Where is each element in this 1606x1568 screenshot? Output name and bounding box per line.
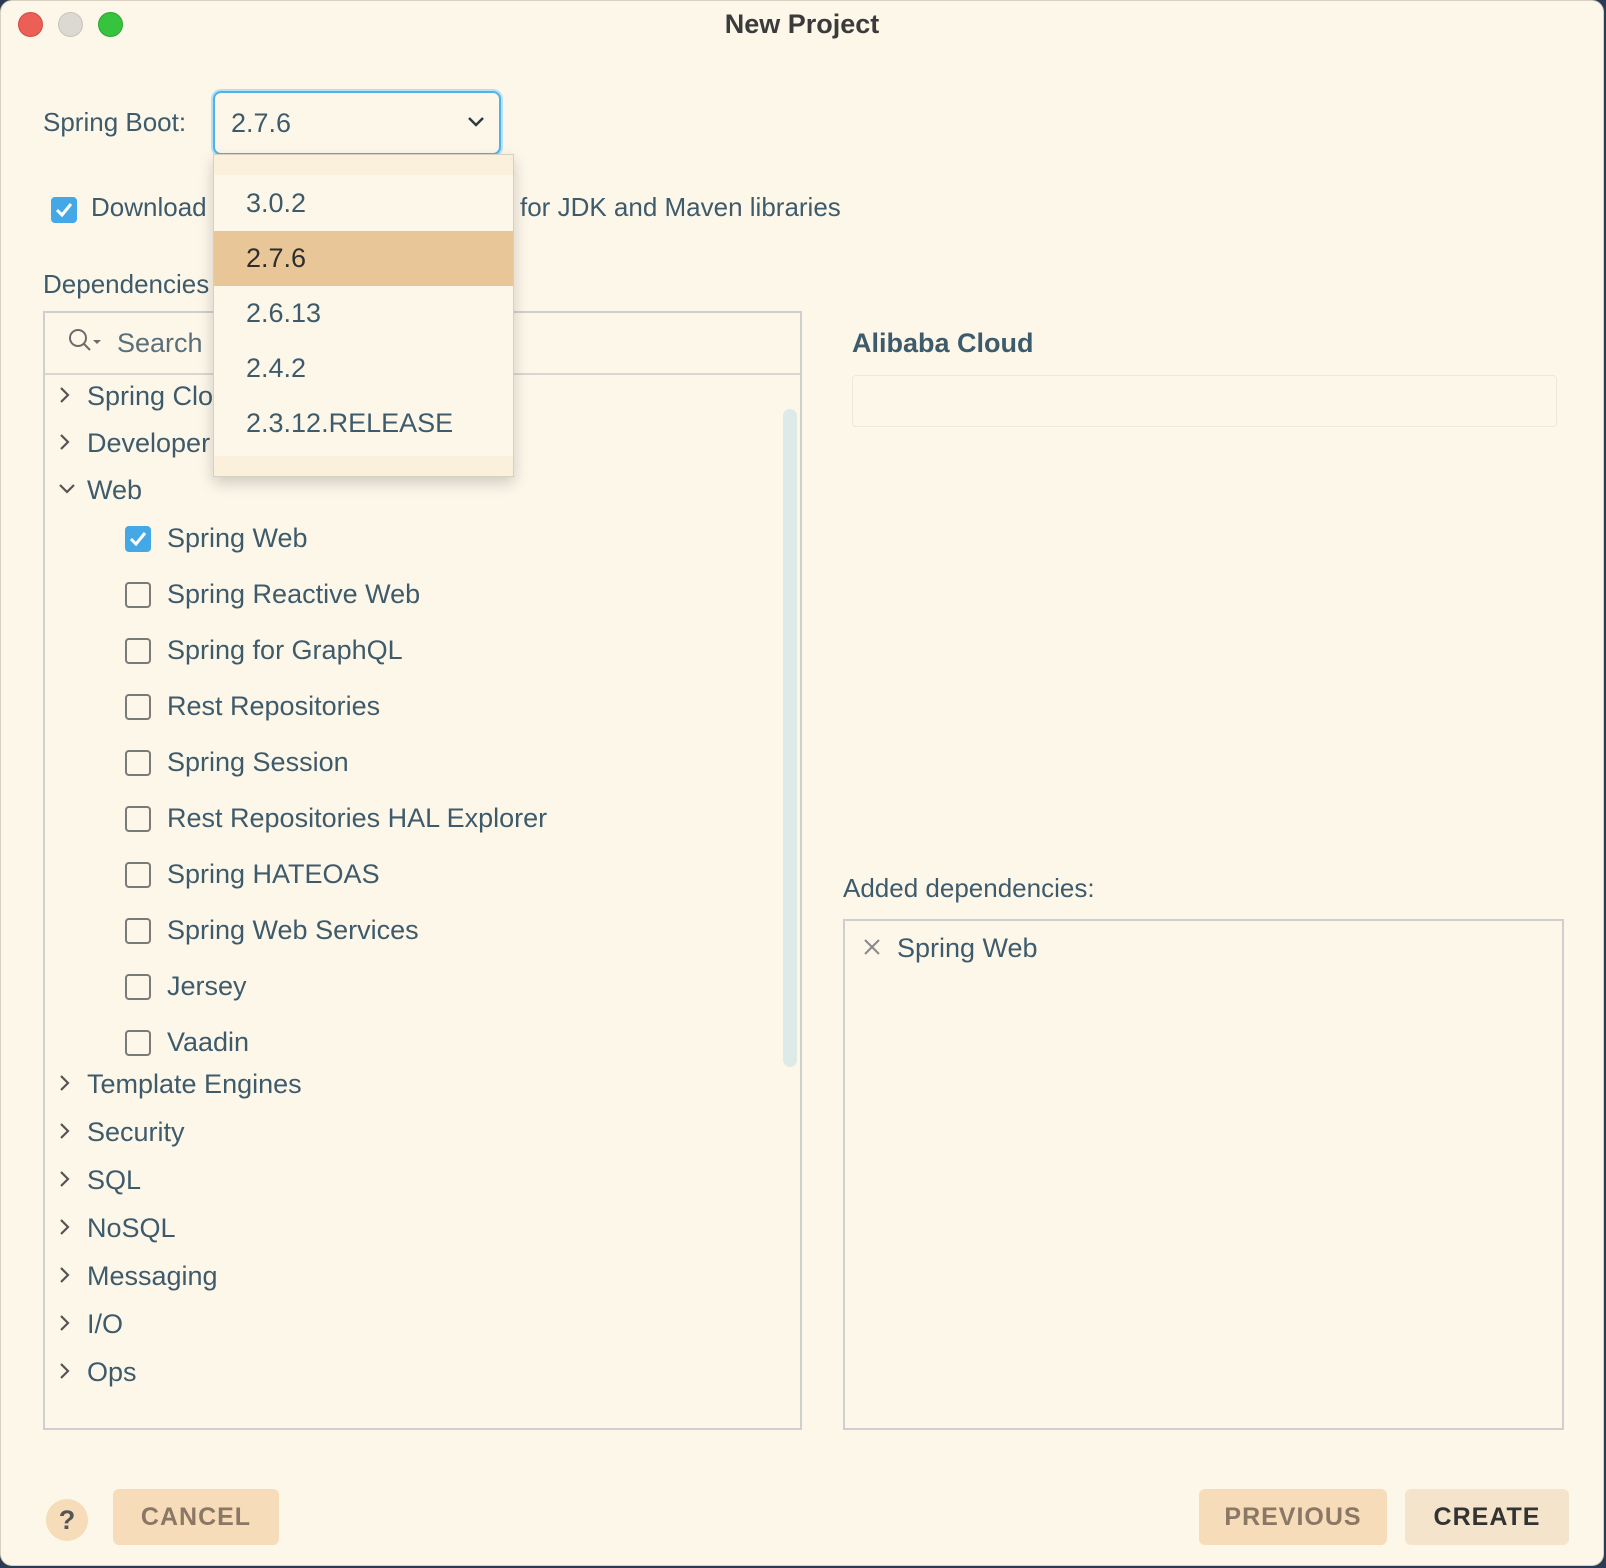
dependency-label: Spring Session: [167, 747, 349, 777]
new-project-window: New Project Spring Boot: 2.7.6 Download …: [0, 0, 1604, 1566]
title-bar: New Project: [1, 1, 1603, 47]
version-option-label: 2.4.2: [246, 353, 307, 383]
window-title: New Project: [724, 9, 880, 39]
chevron-right-icon: [57, 1217, 73, 1242]
help-button[interactable]: ?: [46, 1499, 88, 1541]
create-button[interactable]: CREATE: [1405, 1489, 1569, 1545]
chevron-right-icon: [57, 1073, 73, 1098]
added-dependencies-label: Added dependencies:: [843, 873, 1095, 903]
download-checkbox[interactable]: [51, 197, 77, 223]
dependencies-panel: Spring Clo Developer Web Spring Web Spri…: [43, 311, 802, 1430]
dependency-item[interactable]: Spring Session: [125, 744, 725, 784]
chevron-right-icon: [57, 385, 73, 410]
version-option[interactable]: 2.6.13: [214, 286, 513, 341]
dependency-item[interactable]: Vaadin: [125, 1024, 725, 1064]
dependency-checkbox[interactable]: [125, 862, 151, 888]
dependencies-label: Dependencies: [43, 269, 210, 299]
dependency-detail-description: [852, 375, 1557, 427]
cancel-button[interactable]: CANCEL: [113, 1489, 279, 1545]
popup-bottom-edge: [214, 456, 513, 476]
dependency-label: Spring for GraphQL: [167, 635, 403, 665]
category-nosql[interactable]: NoSQL: [45, 1209, 745, 1249]
version-dropdown-popup: 3.0.2 2.7.6 2.6.13 2.4.2 2.3.12.RELEASE: [213, 154, 514, 477]
dependency-item[interactable]: Spring HATEOAS: [125, 856, 725, 896]
category-template-engines[interactable]: Template Engines: [45, 1065, 745, 1105]
download-label: Download: [91, 192, 207, 222]
dependency-item[interactable]: Spring for GraphQL: [125, 632, 725, 672]
category-messaging[interactable]: Messaging: [45, 1257, 745, 1297]
version-option-label: 2.6.13: [246, 298, 322, 328]
version-option[interactable]: 3.0.2: [214, 176, 513, 231]
dependency-item[interactable]: Spring Reactive Web: [125, 576, 725, 616]
added-dependencies-panel: Spring Web: [843, 919, 1564, 1430]
version-option[interactable]: 2.3.12.RELEASE: [214, 396, 513, 451]
category-security[interactable]: Security: [45, 1113, 745, 1153]
category-label: SQL: [87, 1165, 142, 1195]
dependency-checkbox[interactable]: [125, 974, 151, 1000]
dependency-checkbox[interactable]: [125, 806, 151, 832]
dependency-item[interactable]: Rest Repositories HAL Explorer: [125, 800, 725, 840]
category-label: I/O: [87, 1309, 124, 1339]
spring-boot-version-value: 2.7.6: [231, 108, 292, 138]
dependency-item[interactable]: Jersey: [125, 968, 725, 1008]
dependency-checkbox[interactable]: [125, 1030, 151, 1056]
chevron-right-icon: [57, 1313, 73, 1338]
category-label: Template Engines: [87, 1069, 302, 1099]
chevron-down-icon: [467, 115, 485, 133]
chevron-right-icon: [57, 1265, 73, 1290]
chevron-right-icon: [57, 1121, 73, 1146]
dependency-item[interactable]: Rest Repositories: [125, 688, 725, 728]
dependency-checkbox[interactable]: [125, 918, 151, 944]
version-option-label: 2.3.12.RELEASE: [246, 408, 454, 438]
dependency-label: Rest Repositories: [167, 691, 381, 721]
version-option-label: 2.7.6: [246, 243, 307, 273]
category-ops[interactable]: Ops: [45, 1353, 745, 1393]
dependency-label: Spring HATEOAS: [167, 859, 380, 889]
category-io[interactable]: I/O: [45, 1305, 745, 1345]
search-icon: [67, 327, 103, 362]
spring-boot-version-select[interactable]: 2.7.6: [213, 91, 501, 155]
version-option-selected[interactable]: 2.7.6: [214, 231, 513, 286]
category-label: Messaging: [87, 1261, 218, 1291]
dependency-label: Rest Repositories HAL Explorer: [167, 803, 548, 833]
popup-top-edge: [214, 155, 513, 175]
dependency-checkbox[interactable]: [125, 582, 151, 608]
version-option-label: 3.0.2: [246, 188, 307, 218]
chevron-down-icon: [57, 479, 77, 504]
spring-boot-label: Spring Boot:: [43, 107, 187, 137]
category-web[interactable]: Web: [45, 471, 745, 511]
dependency-list-scrollbar[interactable]: [783, 409, 797, 1067]
version-option[interactable]: 2.4.2: [214, 341, 513, 396]
dependency-checkbox[interactable]: [125, 750, 151, 776]
category-label: Developer: [87, 428, 211, 458]
download-label-suffix: for JDK and Maven libraries: [520, 192, 841, 222]
dependency-checkbox[interactable]: [125, 638, 151, 664]
dependency-label: Vaadin: [167, 1027, 250, 1057]
previous-button[interactable]: PREVIOUS: [1199, 1489, 1387, 1545]
dependency-label: Spring Web Services: [167, 915, 419, 945]
category-label: Security: [87, 1117, 185, 1147]
dependency-item[interactable]: Spring Web: [125, 520, 725, 560]
category-sql[interactable]: SQL: [45, 1161, 745, 1201]
category-label: NoSQL: [87, 1213, 176, 1243]
chevron-right-icon: [57, 1169, 73, 1194]
dependency-label: Spring Reactive Web: [167, 579, 421, 609]
dependency-label: Spring Web: [167, 523, 308, 553]
category-label: Web: [87, 475, 143, 505]
dependency-item[interactable]: Spring Web Services: [125, 912, 725, 952]
chevron-right-icon: [57, 1361, 73, 1386]
dependency-checkbox[interactable]: [125, 694, 151, 720]
dependency-label: Jersey: [167, 971, 247, 1001]
dependency-detail-title: Alibaba Cloud: [852, 328, 1034, 358]
category-label: Ops: [87, 1357, 137, 1387]
remove-dependency-icon[interactable]: [863, 938, 881, 961]
chevron-right-icon: [57, 432, 73, 457]
added-dependency-label: Spring Web: [897, 933, 1038, 963]
category-label: Spring Clo: [87, 381, 214, 411]
dependency-checkbox[interactable]: [125, 526, 151, 552]
